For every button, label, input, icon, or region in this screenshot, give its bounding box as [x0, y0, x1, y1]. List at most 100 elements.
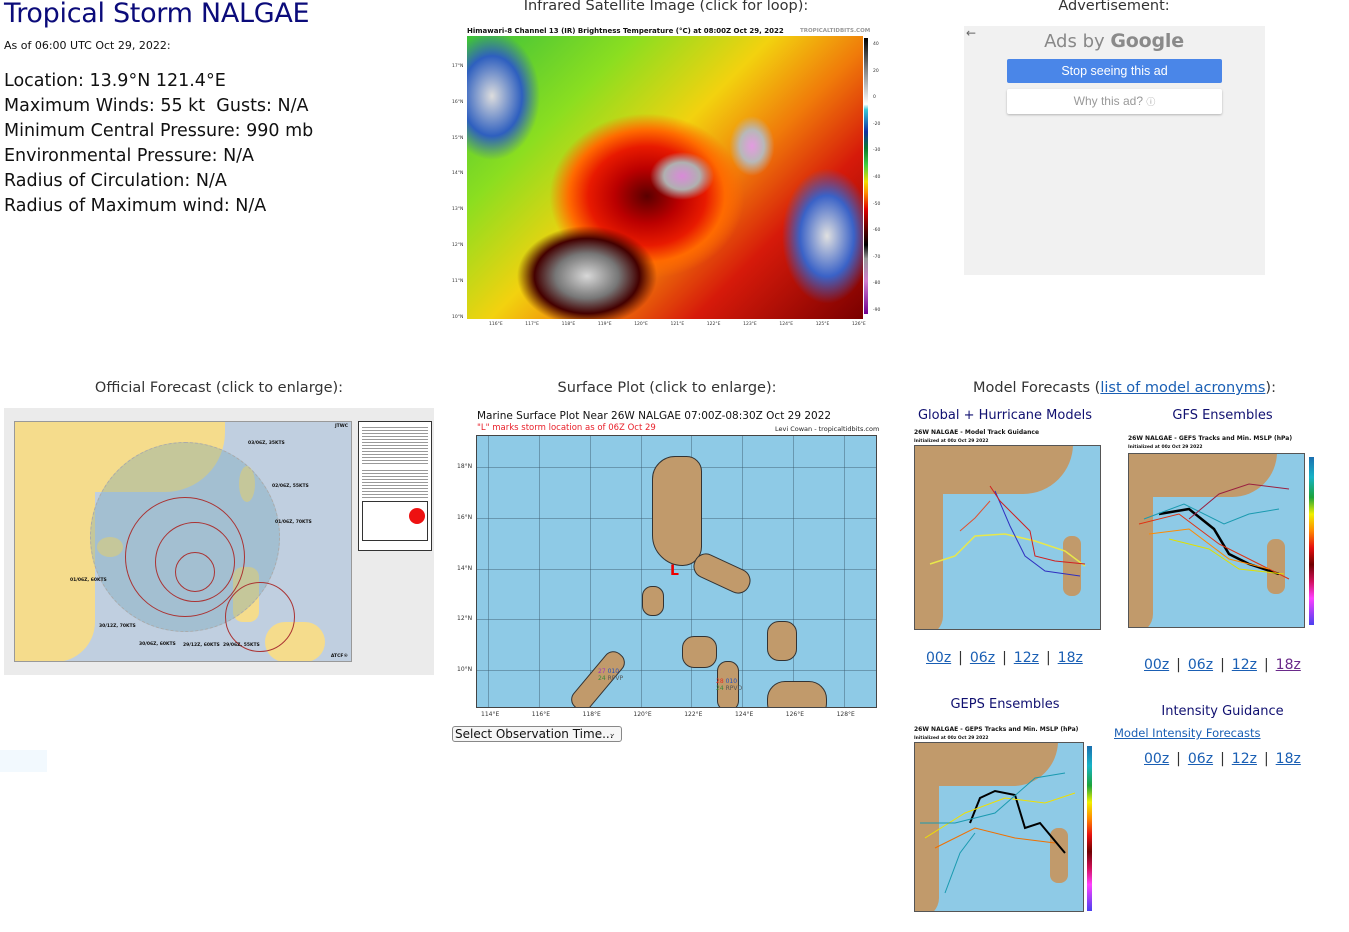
- model-intensity-forecasts-link[interactable]: Model Intensity Forecasts: [1114, 726, 1261, 740]
- geps-ensembles-image-link[interactable]: 26W NALGAE - GEPS Tracks and Min. MSLP (…: [912, 724, 1107, 916]
- global-models-image-link[interactable]: 26W NALGAE - Model Track Guidance Initia…: [912, 427, 1104, 635]
- grid-line: [477, 619, 876, 620]
- surface-plot-title: Marine Surface Plot Near 26W NALGAE 07:0…: [477, 410, 832, 422]
- separator: |: [1045, 650, 1051, 666]
- island-mindoro: [642, 586, 664, 616]
- model-forecasts-label: Model Forecasts (list of model acronyms)…: [900, 380, 1349, 396]
- x-tick-label: 122°E: [684, 711, 703, 718]
- colorbar-tick-label: -70: [873, 254, 881, 260]
- storm-radius-max-wind: Radius of Maximum wind: N/A: [4, 196, 267, 216]
- y-tick-label: 14°N: [452, 171, 464, 177]
- storm-symbol-icon: [409, 508, 425, 524]
- station-obs-rpvp: 27 010 24 RPVP: [598, 668, 623, 682]
- geps-ensembles-label: GEPS Ensembles: [950, 697, 1060, 712]
- legend-text-block: [362, 425, 428, 465]
- gfs-ensembles-runs: 00z | 06z | 12z | 18z: [1144, 657, 1301, 673]
- official-forecast-map[interactable]: JTWC ATCF® 03/06Z, 35KTS 02/06Z, 55KTS 0…: [14, 421, 352, 662]
- forecast-point-label: 30/12Z, 70KTS: [99, 624, 136, 629]
- advertisement-label: Advertisement:: [1058, 0, 1170, 14]
- surface-plot-label: Surface Plot (click to enlarge):: [557, 380, 777, 396]
- satellite-ir-image[interactable]: [467, 36, 863, 319]
- map-land-vietnam: [15, 462, 95, 661]
- satellite-colorbar: [864, 38, 868, 314]
- y-tick-label: 14°N: [457, 564, 473, 572]
- gfs-ensembles-image-link[interactable]: 26W NALGAE - GEFS Tracks and Min. MSLP (…: [1126, 433, 1331, 633]
- run-link-00z[interactable]: 00z: [926, 650, 951, 666]
- x-tick-label: 120°E: [634, 322, 648, 327]
- run-link-18z[interactable]: 18z: [1276, 657, 1301, 673]
- model-tracks: [929, 485, 1086, 577]
- colorbar-tick-label: 40: [873, 42, 879, 47]
- observation-time-select[interactable]: Select Observation Time... ⌄: [452, 726, 622, 742]
- ads-by-text: Ads by: [1044, 31, 1105, 52]
- model-forecasts-suffix: ):: [1265, 380, 1276, 396]
- colorbar-tick-label: -80: [873, 281, 881, 287]
- x-tick-label: 118°E: [582, 711, 601, 718]
- run-link-18z[interactable]: 18z: [1276, 751, 1301, 767]
- stop-seeing-ad-button[interactable]: Stop seeing this ad: [1007, 59, 1222, 83]
- forecast-point-label: 01/06Z, 70KTS: [275, 520, 312, 525]
- run-link-00z[interactable]: 00z: [1144, 751, 1169, 767]
- y-tick-label: 12°N: [457, 615, 473, 623]
- island-luzon: [652, 456, 702, 566]
- colorbar-tick-label: 20: [873, 68, 879, 74]
- global-models-map: [914, 445, 1101, 630]
- y-tick-label: 10°N: [452, 314, 464, 320]
- separator: |: [1220, 657, 1225, 673]
- x-tick-label: 124°E: [735, 711, 754, 718]
- forecast-wind-radius: [175, 552, 215, 592]
- run-link-18z[interactable]: 18z: [1058, 650, 1083, 666]
- y-tick-label: 16°N: [457, 513, 473, 521]
- y-tick-label: 16°N: [452, 99, 464, 105]
- satellite-section-label: Infrared Satellite Image (click for loop…: [523, 0, 809, 14]
- y-tick-label: 13°N: [452, 207, 464, 213]
- separator: |: [958, 650, 963, 666]
- island-panay: [682, 636, 717, 668]
- x-tick-label: 125°E: [815, 322, 830, 327]
- y-tick-label: 12°N: [452, 243, 464, 248]
- run-link-00z[interactable]: 00z: [1144, 657, 1169, 673]
- x-tick-label: 123°E: [743, 322, 757, 327]
- forecast-point-label: 01/06Z, 60KTS: [70, 578, 107, 583]
- separator: |: [1263, 657, 1269, 673]
- official-forecast-label: Official Forecast (click to enlarge):: [94, 380, 344, 396]
- global-models-label: Global + Hurricane Models: [917, 408, 1092, 423]
- gfs-pressure-colorbar: [1309, 457, 1314, 625]
- run-link-06z[interactable]: 06z: [1188, 751, 1213, 767]
- back-arrow-icon[interactable]: ←: [966, 26, 976, 40]
- y-tick-label: 10°N: [457, 666, 473, 674]
- x-tick-label: 114°E: [481, 711, 500, 718]
- y-tick-label: 11°N: [452, 278, 464, 284]
- intensity-guidance-label: Intensity Guidance: [1161, 704, 1284, 719]
- storm-title: Tropical Storm NALGAE: [4, 0, 310, 29]
- geps-ensembles-map: [914, 742, 1084, 912]
- run-link-12z[interactable]: 12z: [1232, 657, 1257, 673]
- legend-key: [362, 501, 428, 541]
- geps-ensembles-init: Initialized at 00z Oct 29 2022: [914, 736, 989, 741]
- y-tick-label: 15°N: [452, 135, 464, 141]
- run-link-06z[interactable]: 06z: [970, 650, 995, 666]
- run-link-12z[interactable]: 12z: [1014, 650, 1039, 666]
- run-link-06z[interactable]: 06z: [1188, 657, 1213, 673]
- run-link-12z[interactable]: 12z: [1232, 751, 1257, 767]
- forecast-wind-radius: [225, 582, 295, 652]
- forecast-point-label: 29/12Z, 60KTS: [183, 643, 220, 648]
- ensemble-tracks: [920, 772, 1076, 894]
- grid-line: [488, 436, 489, 707]
- separator: |: [1002, 650, 1007, 666]
- grid-line: [590, 436, 591, 707]
- separator: |: [1220, 751, 1225, 767]
- ads-by-google-label: Ads by Google: [1007, 30, 1221, 52]
- separator: |: [1176, 657, 1181, 673]
- x-tick-label: 126°E: [852, 322, 866, 327]
- gfs-ensembles-init: Initialized at 00z Oct 29 2022: [1128, 445, 1203, 450]
- storm-max-winds: Maximum Winds: 55 kt Gusts: N/A: [4, 96, 309, 116]
- x-tick-label: 121°E: [670, 322, 685, 327]
- global-models-init: Initialized at 00z Oct 29 2022: [914, 439, 989, 444]
- grid-line: [641, 436, 642, 707]
- gfs-ensembles-label: GFS Ensembles: [1172, 408, 1273, 423]
- model-acronyms-link[interactable]: list of model acronyms: [1100, 380, 1265, 396]
- why-this-ad-label: Why this ad?: [1073, 94, 1143, 108]
- why-this-ad-button[interactable]: Why this ad? ⓘ: [1007, 89, 1222, 114]
- station-temp: 28: [716, 678, 724, 685]
